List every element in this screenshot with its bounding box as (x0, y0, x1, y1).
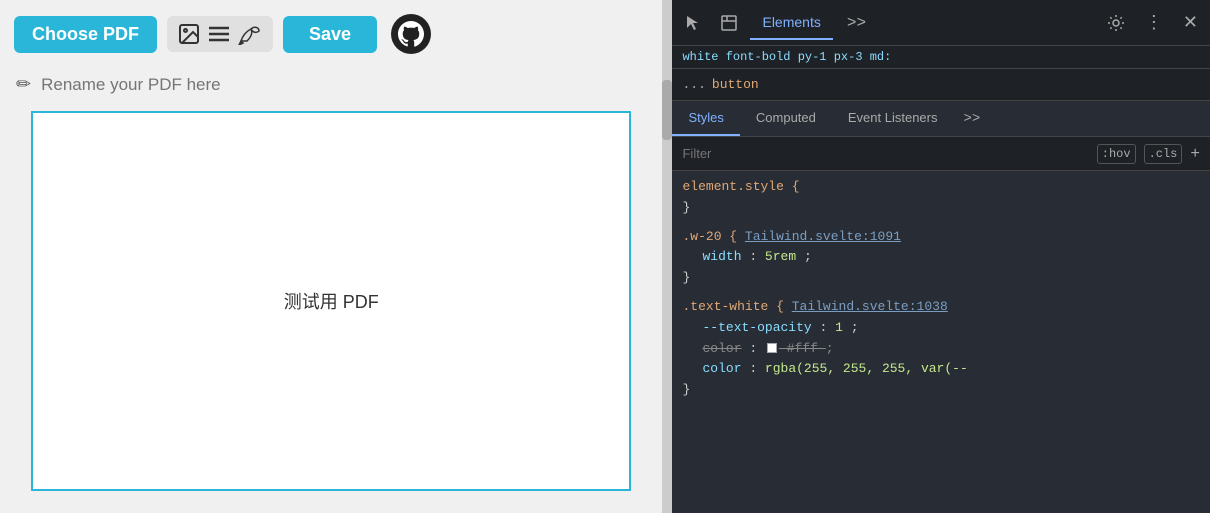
css-value-color-rgba: rgba(255, 255, 255, var(-- (765, 361, 968, 376)
icon-group (167, 16, 273, 52)
toolbar: Choose PDF (0, 0, 662, 68)
list-icon-button[interactable] (207, 24, 231, 44)
scrollbar[interactable] (662, 0, 672, 513)
pencil-icon: ✏ (16, 74, 31, 95)
tab-more[interactable]: >> (953, 101, 990, 136)
css-prop-text-opacity: --text-opacity (702, 320, 811, 335)
pen-icon-button[interactable] (237, 23, 263, 45)
css-prop-color: color (702, 361, 741, 376)
choose-pdf-button[interactable]: Choose PDF (14, 16, 157, 53)
breadcrumb-dots: ... (682, 77, 705, 92)
devtools-panel: Elements >> ⋮ ✕ white font-bold py-1 px-… (672, 0, 1210, 513)
color-swatch-white (767, 343, 777, 353)
filter-plus-button[interactable]: + (1190, 145, 1200, 163)
tab-event-listeners[interactable]: Event Listeners (832, 101, 954, 136)
css-rule-element-style: element.style { } (682, 177, 1200, 219)
css-brace-close-text-white: } (682, 382, 690, 397)
pdf-page: 测试用 PDF (31, 111, 631, 491)
css-rule-w20: .w-20 { Tailwind.svelte:1091 width : 5re… (682, 227, 1200, 289)
pdf-content-text: 测试用 PDF (284, 288, 379, 314)
devtools-gear-button[interactable] (1101, 10, 1131, 36)
devtools-more-tabs[interactable]: >> (839, 10, 874, 36)
image-icon-button[interactable] (177, 22, 201, 46)
filter-cls-button[interactable]: .cls (1144, 144, 1183, 164)
devtools-close-button[interactable]: ✕ (1177, 8, 1204, 37)
tab-styles[interactable]: Styles (672, 101, 739, 136)
save-button[interactable]: Save (283, 16, 377, 53)
filter-input[interactable] (682, 146, 1088, 161)
filter-hov-button[interactable]: :hov (1097, 144, 1136, 164)
css-selector-text-white: .text-white { (682, 299, 783, 314)
tab-computed[interactable]: Computed (740, 101, 832, 136)
css-source-w20[interactable]: Tailwind.svelte:1091 (745, 229, 901, 244)
element-breadcrumb: ... button (672, 69, 1210, 101)
css-value-width: 5rem (765, 249, 796, 264)
github-button[interactable] (391, 14, 431, 54)
devtools-topbar: Elements >> ⋮ ✕ (672, 0, 1210, 46)
pdf-canvas-area: 测试用 PDF (0, 101, 662, 513)
css-breadcrumb-text: white font-bold py-1 px-3 md: (682, 50, 891, 64)
styles-tabs: Styles Computed Event Listeners >> (672, 101, 1210, 137)
github-icon (391, 14, 431, 54)
css-selector-element-style: element.style { (682, 179, 799, 194)
css-source-text-white[interactable]: Tailwind.svelte:1038 (792, 299, 948, 314)
rename-bar: ✏ (0, 68, 662, 101)
css-prop-width: width (702, 249, 741, 264)
devtools-dots-button[interactable]: ⋮ (1139, 8, 1169, 37)
css-value-color-fff: #fff (787, 341, 818, 356)
left-panel: Choose PDF (0, 0, 662, 513)
rename-input[interactable] (41, 75, 361, 95)
css-brace-close-element: } (682, 200, 690, 215)
breadcrumb-tag[interactable]: button (712, 77, 759, 92)
css-value-text-opacity: 1 (835, 320, 843, 335)
css-rule-text-white: .text-white { Tailwind.svelte:1038 --tex… (682, 297, 1200, 401)
css-selector-w20: .w-20 { (682, 229, 737, 244)
css-prop-color-strikethrough: color (702, 341, 741, 356)
css-brace-close-w20: } (682, 270, 690, 285)
cursor-icon-button[interactable] (678, 10, 708, 36)
css-breadcrumb-bar: white font-bold py-1 px-3 md: (672, 46, 1210, 69)
filter-bar: :hov .cls + (672, 137, 1210, 171)
styles-content: element.style { } .w-20 { Tailwind.svelt… (672, 171, 1210, 513)
devtools-tab-elements[interactable]: Elements (750, 6, 832, 40)
inspect-icon-button[interactable] (714, 10, 744, 36)
